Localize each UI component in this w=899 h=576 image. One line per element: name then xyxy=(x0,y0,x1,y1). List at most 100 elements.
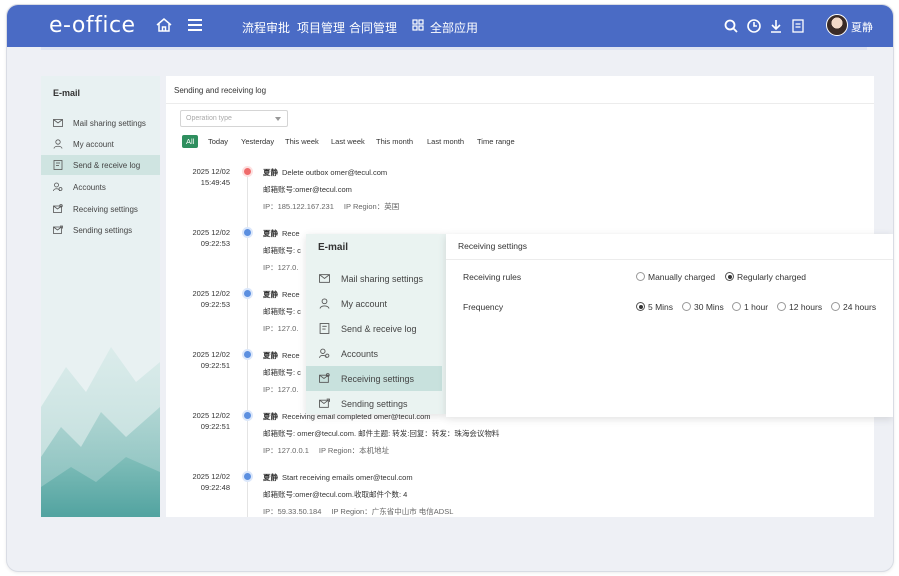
nav-project-management[interactable]: 项目管理 xyxy=(297,19,345,36)
popup-item-mail-sharing[interactable]: Mail sharing settings xyxy=(306,266,442,291)
search-icon[interactable] xyxy=(723,18,739,34)
log-status-dot xyxy=(242,471,253,482)
radio-circle-icon xyxy=(732,302,741,311)
log-date: 2025 12/02 15:49:45 xyxy=(192,167,230,187)
username[interactable]: 夏静 xyxy=(851,19,873,35)
sidebar-item-label: Sending settings xyxy=(73,226,133,235)
user-icon xyxy=(319,298,330,309)
panel-title: Receiving settings xyxy=(458,241,527,251)
clock-icon[interactable] xyxy=(746,18,762,34)
receiving-settings-panel: Receiving settings Receiving rules Manua… xyxy=(446,234,893,417)
avatar[interactable] xyxy=(826,14,848,36)
filter-last-week[interactable]: Last week xyxy=(331,135,365,148)
popup-item-label: Receiving settings xyxy=(341,374,415,384)
user-icon xyxy=(53,139,63,149)
log-action: 夏静 Rece xyxy=(263,351,300,360)
radio-5-mins[interactable]: 5 Mins xyxy=(636,302,673,312)
radio-regularly-charged[interactable]: Regularly charged xyxy=(725,272,806,282)
popup-item-send-receive-log[interactable]: Send & receive log xyxy=(306,316,442,341)
log-date: 2025 12/02 09:22:53 xyxy=(192,289,230,309)
popup-item-receiving-settings[interactable]: Receiving settings xyxy=(306,366,442,391)
radio-24-hours[interactable]: 24 hours xyxy=(831,302,876,312)
nav-all-apps[interactable]: 全部应用 xyxy=(430,19,478,36)
radio-1-hour[interactable]: 1 hour xyxy=(732,302,768,312)
log-entry: 2025 12/02 09:22:48 夏静 Start receiving ema… xyxy=(166,471,874,531)
radio-circle-icon xyxy=(682,302,691,311)
radio-circle-icon xyxy=(725,272,734,281)
log-action: 夏静 Start receiving emails omer@tecul.com xyxy=(263,473,413,482)
popup-item-label: Accounts xyxy=(341,349,379,359)
log-detail: 邮箱账号: c xyxy=(263,368,301,377)
log-status-dot xyxy=(242,288,253,299)
filter-yesterday[interactable]: Yesterday xyxy=(241,135,274,148)
nav-process-approval[interactable]: 流程审批 xyxy=(242,19,290,36)
mail-share-icon xyxy=(319,274,330,283)
log-entry: 2025 12/02 09:22:51 夏静 Receiving email com… xyxy=(166,410,874,470)
mail-share-icon xyxy=(53,119,63,127)
log-status-dot xyxy=(242,410,253,421)
operation-type-placeholder: Operation type xyxy=(186,115,232,122)
sidebar: E-mail Mail sharing settings My account … xyxy=(41,76,160,517)
operation-type-select[interactable]: Operation type xyxy=(180,110,288,127)
accounts-icon xyxy=(53,182,63,192)
header-underline xyxy=(41,47,867,50)
log-detail: 邮箱账号:omer@tecul.com xyxy=(263,185,352,194)
log-action: 夏静 Rece xyxy=(263,290,300,299)
nav-contract-management[interactable]: 合同管理 xyxy=(349,19,397,36)
accounts-icon xyxy=(319,348,330,359)
app-logo[interactable]: e-office xyxy=(49,13,136,38)
radio-circle-icon xyxy=(636,302,645,311)
radio-circle-icon xyxy=(777,302,786,311)
log-icon xyxy=(53,160,63,170)
filter-last-month[interactable]: Last month xyxy=(427,135,464,148)
divider xyxy=(446,259,893,260)
send-icon xyxy=(53,225,63,234)
popup-item-sending-settings[interactable]: Sending settings xyxy=(306,391,442,416)
log-entry: 2025 12/02 15:49:45 夏静 Delete outbox omer@… xyxy=(166,166,874,226)
sidebar-item-receiving-settings[interactable]: Receiving settings xyxy=(41,199,160,219)
filter-this-week[interactable]: This week xyxy=(285,135,319,148)
log-action: 夏静 Delete outbox omer@tecul.com xyxy=(263,168,388,177)
document-icon[interactable] xyxy=(790,18,806,34)
log-detail: 邮箱账号: c xyxy=(263,307,301,316)
popup-item-label: Send & receive log xyxy=(341,324,417,334)
filter-all[interactable]: All xyxy=(182,135,199,148)
sidebar-item-accounts[interactable]: Accounts xyxy=(41,177,160,197)
popup-title: E-mail xyxy=(318,242,349,253)
radio-30-mins[interactable]: 30 Mins xyxy=(682,302,724,312)
popup-item-my-account[interactable]: My account xyxy=(306,291,442,316)
home-icon[interactable] xyxy=(155,16,173,34)
sidebar-title: E-mail xyxy=(53,88,81,98)
radio-circle-icon xyxy=(831,302,840,311)
mountain-illustration xyxy=(41,347,160,517)
filter-this-month[interactable]: This month xyxy=(376,135,413,148)
sidebar-item-sending-settings[interactable]: Sending settings xyxy=(41,220,160,240)
apps-grid-icon[interactable] xyxy=(412,19,424,31)
sidebar-item-my-account[interactable]: My account xyxy=(41,134,160,154)
sidebar-item-label: Mail sharing settings xyxy=(73,119,146,128)
log-date: 2025 12/02 09:22:48 xyxy=(192,472,230,492)
log-ip: IP：185.122.167.231 IP Region：英国 xyxy=(263,202,400,211)
filter-time-range[interactable]: Time range xyxy=(477,135,515,148)
download-icon[interactable] xyxy=(768,18,784,34)
radio-circle-icon xyxy=(636,272,645,281)
log-ip: IP：59.33.50.184 IP Region：广东省中山市 电信ADSL xyxy=(263,507,454,516)
sidebar-item-label: Receiving settings xyxy=(73,205,138,214)
radio-12-hours[interactable]: 12 hours xyxy=(777,302,822,312)
sidebar-item-mail-sharing[interactable]: Mail sharing settings xyxy=(41,113,160,133)
email-menu-popup: E-mail Mail sharing settings My account … xyxy=(306,234,446,414)
page-title: Sending and receiving log xyxy=(174,86,267,95)
receive-icon xyxy=(319,373,330,383)
menu-icon[interactable] xyxy=(187,17,203,33)
radio-manually-charged[interactable]: Manually charged xyxy=(636,272,715,282)
log-date: 2025 12/02 09:22:53 xyxy=(192,228,230,248)
filter-today[interactable]: Today xyxy=(208,135,228,148)
popup-item-accounts[interactable]: Accounts xyxy=(306,341,442,366)
sidebar-item-label: My account xyxy=(73,140,114,149)
popup-item-label: Sending settings xyxy=(341,399,408,409)
log-icon xyxy=(319,323,330,334)
sidebar-item-label: Accounts xyxy=(73,183,106,192)
popup-item-label: Mail sharing settings xyxy=(341,274,424,284)
sidebar-item-send-receive-log[interactable]: Send & receive log xyxy=(41,155,160,175)
app-window: e-office 流程审批 项目管理 合同管理 全部应用 夏静 E-mail M… xyxy=(6,4,894,572)
